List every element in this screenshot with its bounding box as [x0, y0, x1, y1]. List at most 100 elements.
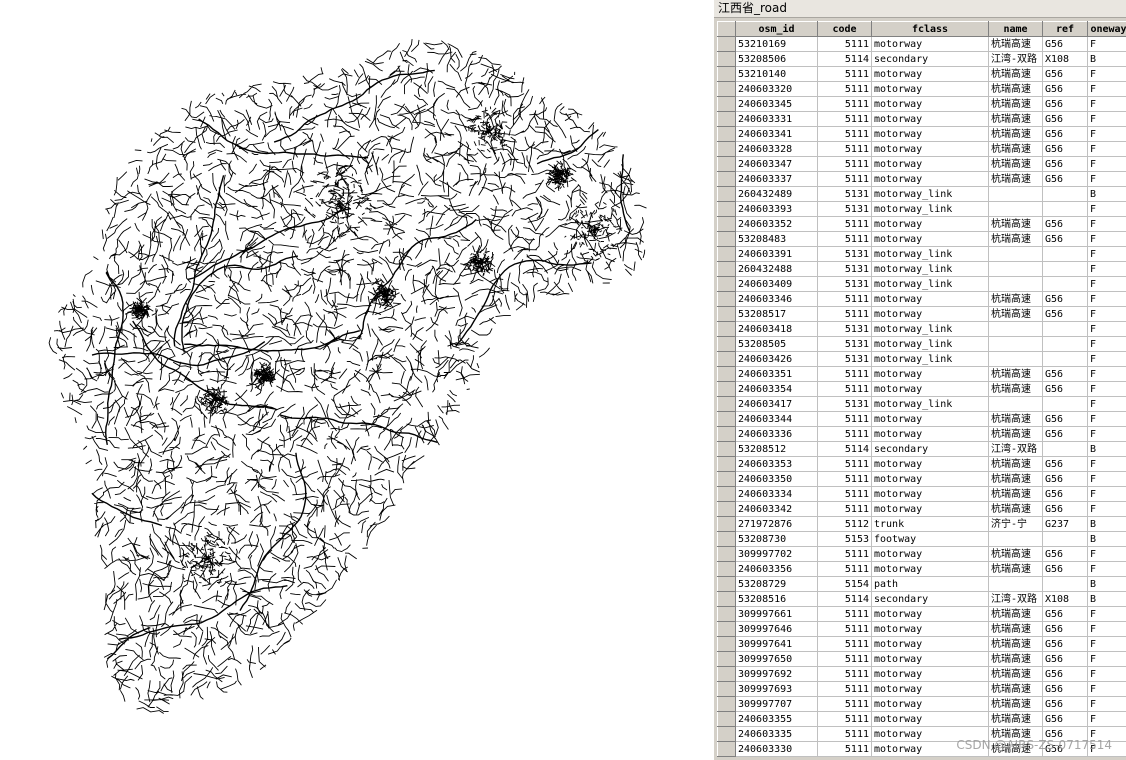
- cell-name[interactable]: 杭瑞高速: [988, 456, 1043, 472]
- cell-osm-id[interactable]: 271972876: [735, 516, 818, 532]
- cell-fclass[interactable]: motorway: [871, 651, 989, 667]
- table-row[interactable]: 240603417 5131 motorway_link F: [717, 396, 1126, 412]
- cell-oneway[interactable]: F: [1087, 471, 1126, 487]
- cell-code[interactable]: 5111: [817, 81, 872, 97]
- cell-fclass[interactable]: motorway: [871, 156, 989, 172]
- cell-oneway[interactable]: F: [1087, 96, 1126, 112]
- cell-code[interactable]: 5111: [817, 696, 872, 712]
- cell-osm-id[interactable]: 240603409: [735, 276, 818, 292]
- row-selector[interactable]: [717, 291, 736, 307]
- cell-oneway[interactable]: F: [1087, 426, 1126, 442]
- cell-osm-id[interactable]: 309997641: [735, 636, 818, 652]
- cell-oneway[interactable]: F: [1087, 231, 1126, 247]
- cell-oneway[interactable]: F: [1087, 261, 1126, 277]
- cell-fclass[interactable]: motorway: [871, 141, 989, 157]
- cell-osm-id[interactable]: 53208512: [735, 441, 818, 457]
- table-row[interactable]: 240603353 5111 motorway 杭瑞高速 G56 F: [717, 456, 1126, 472]
- cell-ref[interactable]: [1042, 261, 1088, 277]
- cell-oneway[interactable]: F: [1087, 666, 1126, 682]
- cell-osm-id[interactable]: 240603336: [735, 426, 818, 442]
- cell-oneway[interactable]: F: [1087, 636, 1126, 652]
- table-row[interactable]: 240603350 5111 motorway 杭瑞高速 G56 F: [717, 471, 1126, 487]
- cell-fclass[interactable]: motorway: [871, 171, 989, 187]
- table-row[interactable]: 53210169 5111 motorway 杭瑞高速 G56 F: [717, 36, 1126, 52]
- row-selector[interactable]: [717, 501, 736, 517]
- cell-oneway[interactable]: F: [1087, 336, 1126, 352]
- cell-fclass[interactable]: motorway: [871, 411, 989, 427]
- table-row[interactable]: 240603337 5111 motorway 杭瑞高速 G56 F: [717, 171, 1126, 187]
- table-row[interactable]: 309997692 5111 motorway 杭瑞高速 G56 F: [717, 666, 1126, 682]
- column-header-oneway[interactable]: oneway: [1087, 21, 1126, 37]
- cell-ref[interactable]: G56: [1042, 381, 1088, 397]
- table-row[interactable]: 240603356 5111 motorway 杭瑞高速 G56 F: [717, 561, 1126, 577]
- cell-oneway[interactable]: F: [1087, 36, 1126, 52]
- row-selector[interactable]: [717, 156, 736, 172]
- cell-name[interactable]: 杭瑞高速: [988, 651, 1043, 667]
- cell-fclass[interactable]: motorway: [871, 306, 989, 322]
- table-row[interactable]: 309997646 5111 motorway 杭瑞高速 G56 F: [717, 621, 1126, 637]
- row-selector[interactable]: [717, 111, 736, 127]
- row-selector[interactable]: [717, 561, 736, 577]
- cell-fclass[interactable]: secondary: [871, 441, 989, 457]
- cell-code[interactable]: 5111: [817, 636, 872, 652]
- cell-osm-id[interactable]: 240603320: [735, 81, 818, 97]
- row-selector[interactable]: [717, 741, 736, 757]
- table-row[interactable]: 240603336 5111 motorway 杭瑞高速 G56 F: [717, 426, 1126, 442]
- cell-code[interactable]: 5111: [817, 366, 872, 382]
- cell-ref[interactable]: X108: [1042, 591, 1088, 607]
- cell-code[interactable]: 5111: [817, 711, 872, 727]
- row-selector[interactable]: [717, 351, 736, 367]
- cell-oneway[interactable]: B: [1087, 186, 1126, 202]
- cell-ref[interactable]: G56: [1042, 471, 1088, 487]
- row-selector[interactable]: [717, 66, 736, 82]
- cell-ref[interactable]: G56: [1042, 636, 1088, 652]
- cell-name[interactable]: 杭瑞高速: [988, 711, 1043, 727]
- row-selector[interactable]: [717, 471, 736, 487]
- cell-code[interactable]: 5131: [817, 246, 872, 262]
- cell-name[interactable]: 杭瑞高速: [988, 156, 1043, 172]
- map-view[interactable]: [0, 0, 714, 760]
- cell-code[interactable]: 5111: [817, 456, 872, 472]
- row-selector[interactable]: [717, 216, 736, 232]
- cell-name[interactable]: [988, 351, 1043, 367]
- cell-code[interactable]: 5154: [817, 576, 872, 592]
- cell-oneway[interactable]: F: [1087, 291, 1126, 307]
- cell-fclass[interactable]: motorway: [871, 621, 989, 637]
- cell-fclass[interactable]: motorway_link: [871, 276, 989, 292]
- row-selector[interactable]: [717, 441, 736, 457]
- cell-ref[interactable]: [1042, 396, 1088, 412]
- cell-name[interactable]: 杭瑞高速: [988, 141, 1043, 157]
- cell-code[interactable]: 5131: [817, 351, 872, 367]
- cell-osm-id[interactable]: 309997650: [735, 651, 818, 667]
- table-row[interactable]: 240603341 5111 motorway 杭瑞高速 G56 F: [717, 126, 1126, 142]
- cell-ref[interactable]: G56: [1042, 621, 1088, 637]
- cell-code[interactable]: 5111: [817, 741, 872, 757]
- cell-code[interactable]: 5111: [817, 381, 872, 397]
- cell-oneway[interactable]: F: [1087, 126, 1126, 142]
- cell-ref[interactable]: G56: [1042, 171, 1088, 187]
- cell-code[interactable]: 5111: [817, 66, 872, 82]
- cell-fclass[interactable]: secondary: [871, 51, 989, 67]
- cell-code[interactable]: 5111: [817, 621, 872, 637]
- cell-name[interactable]: [988, 201, 1043, 217]
- cell-fclass[interactable]: motorway: [871, 111, 989, 127]
- cell-osm-id[interactable]: 309997693: [735, 681, 818, 697]
- cell-name[interactable]: 杭瑞高速: [988, 231, 1043, 247]
- cell-oneway[interactable]: F: [1087, 681, 1126, 697]
- cell-name[interactable]: 杭瑞高速: [988, 666, 1043, 682]
- cell-ref[interactable]: [1042, 186, 1088, 202]
- cell-code[interactable]: 5111: [817, 471, 872, 487]
- table-row[interactable]: 240603409 5131 motorway_link F: [717, 276, 1126, 292]
- table-row[interactable]: 53208730 5153 footway B: [717, 531, 1126, 547]
- cell-code[interactable]: 5111: [817, 411, 872, 427]
- column-header-code[interactable]: code: [817, 21, 872, 37]
- row-selector[interactable]: [717, 336, 736, 352]
- cell-osm-id[interactable]: 240603393: [735, 201, 818, 217]
- cell-name[interactable]: [988, 186, 1043, 202]
- cell-osm-id[interactable]: 240603328: [735, 141, 818, 157]
- cell-fclass[interactable]: motorway: [871, 291, 989, 307]
- row-selector[interactable]: [717, 186, 736, 202]
- row-selector[interactable]: [717, 36, 736, 52]
- cell-code[interactable]: 5131: [817, 261, 872, 277]
- cell-osm-id[interactable]: 240603347: [735, 156, 818, 172]
